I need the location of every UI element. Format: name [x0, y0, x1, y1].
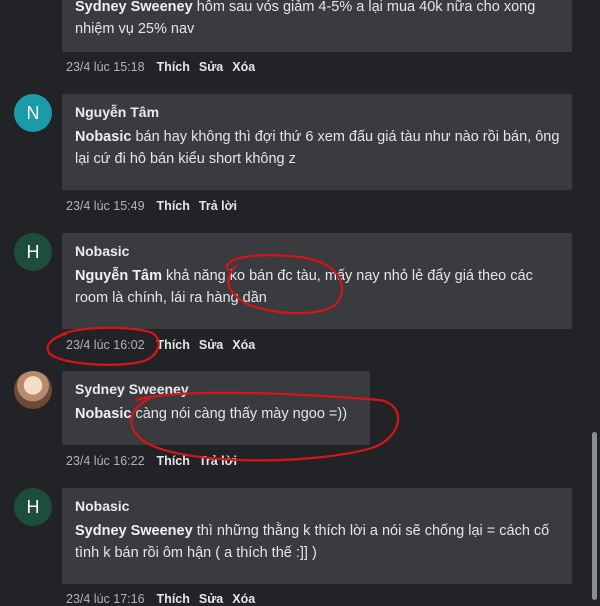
comment-bubble: Nobasic Nguyễn Tâm khả năng ko bán đc tà…: [62, 233, 572, 329]
comment-timestamp[interactable]: 23/4 lúc 17:16: [66, 592, 145, 606]
comment-timestamp[interactable]: 23/4 lúc 15:18: [66, 60, 145, 74]
comment-timestamp[interactable]: 23/4 lúc 16:02: [66, 338, 145, 352]
edit-button[interactable]: Sửa: [199, 60, 223, 74]
like-button[interactable]: Thích: [157, 60, 190, 74]
comment-meta: 23/4 lúc 16:02 Thích Sửa Xóa: [66, 338, 255, 352]
comment-bubble: Nobasic Sydney Sweeney thì những thằng k…: [62, 488, 572, 584]
comment-meta: 23/4 lúc 17:16 Thích Sửa Xóa: [66, 592, 255, 606]
comment-author[interactable]: Nobasic: [75, 498, 560, 514]
like-button[interactable]: Thích: [157, 338, 190, 352]
comment-meta: 23/4 lúc 15:18 Thích Sửa Xóa: [66, 60, 255, 74]
comment-meta: 23/4 lúc 16:22 Thích Trả lời: [66, 454, 237, 468]
comment-thread: Sydney Sweeney hôm sau vós giảm 4-5% a l…: [0, 0, 600, 606]
edit-button[interactable]: Sửa: [199, 338, 223, 352]
profile-photo-avatar[interactable]: [14, 371, 52, 409]
comment-author[interactable]: Sydney Sweeney: [75, 381, 358, 397]
mention-link[interactable]: Nobasic: [75, 129, 131, 145]
comment-text: càng nói càng thấy mày ngoo =)): [135, 406, 348, 422]
delete-button[interactable]: Xóa: [232, 338, 255, 352]
reply-button[interactable]: Trả lời: [199, 199, 237, 213]
comment-author[interactable]: Nobasic: [75, 243, 560, 259]
comment-bubble: Sydney Sweeney hôm sau vós giảm 4-5% a l…: [62, 0, 572, 52]
avatar[interactable]: H: [14, 488, 52, 526]
mention-link[interactable]: Nobasic: [75, 406, 131, 422]
avatar[interactable]: N: [14, 94, 52, 132]
avatar[interactable]: H: [14, 233, 52, 271]
comment-author[interactable]: Nguyễn Tâm: [75, 104, 560, 120]
reply-button[interactable]: Trả lời: [199, 454, 237, 468]
delete-button[interactable]: Xóa: [232, 592, 255, 606]
edit-button[interactable]: Sửa: [199, 592, 223, 606]
scrollbar-thumb[interactable]: [592, 432, 597, 600]
comment-bubble: Nguyễn Tâm Nobasic bán hay không thì đợi…: [62, 94, 572, 190]
comment-timestamp[interactable]: 23/4 lúc 15:49: [66, 199, 145, 213]
comment-text: bán hay không thì đợi thứ 6 xem đấu giá …: [75, 129, 560, 167]
like-button[interactable]: Thích: [157, 199, 190, 213]
comment-timestamp[interactable]: 23/4 lúc 16:22: [66, 454, 145, 468]
mention-link[interactable]: Sydney Sweeney: [75, 523, 193, 539]
mention-link[interactable]: Nguyễn Tâm: [75, 268, 162, 284]
comment-bubble: Sydney Sweeney Nobasic càng nói càng thấ…: [62, 371, 370, 445]
like-button[interactable]: Thích: [157, 454, 190, 468]
comment-author[interactable]: Sydney Sweeney: [75, 0, 193, 15]
like-button[interactable]: Thích: [157, 592, 190, 606]
comment-meta: 23/4 lúc 15:49 Thích Trả lời: [66, 199, 237, 213]
delete-button[interactable]: Xóa: [232, 60, 255, 74]
